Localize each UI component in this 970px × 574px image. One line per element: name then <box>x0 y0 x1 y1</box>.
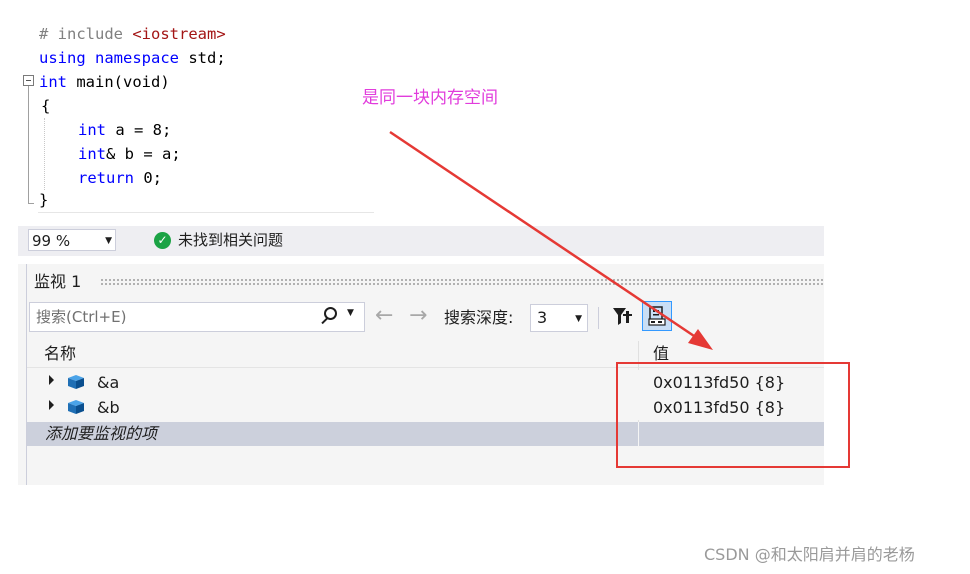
zoom-value: 99 % <box>32 232 71 250</box>
expand-arrow-icon[interactable] <box>49 375 54 385</box>
variable-cube-icon <box>68 400 84 414</box>
indent-guide <box>44 118 45 190</box>
watermark: CSDN @和太阳肩并肩的老杨 <box>704 545 915 564</box>
fold-guide-end <box>28 203 34 204</box>
chevron-down-icon[interactable]: ▼ <box>347 308 354 318</box>
drag-grip[interactable] <box>100 278 824 285</box>
code-line-6[interactable]: int& b = a; <box>78 142 181 166</box>
chevron-down-icon: ▼ <box>575 314 582 324</box>
watch-row-name: &b <box>97 398 120 417</box>
arrow-left-icon[interactable]: ← <box>375 302 393 330</box>
arrow-right-icon[interactable]: → <box>409 302 427 330</box>
search-box[interactable]: ▼ <box>29 302 365 332</box>
code-line-3[interactable]: int main(void) <box>39 70 170 94</box>
fold-guide <box>28 86 29 204</box>
no-issues-text[interactable]: 未找到相关问题 <box>178 230 283 251</box>
hex-display-button[interactable] <box>642 301 672 331</box>
variable-cube-icon <box>68 375 84 389</box>
hex-icon <box>648 306 666 326</box>
search-depth-dropdown[interactable]: 3 ▼ <box>530 304 588 332</box>
code-line-4[interactable]: { <box>41 94 50 118</box>
expand-arrow-icon[interactable] <box>49 400 54 410</box>
add-watch-item-text[interactable]: 添加要监视的项 <box>45 423 157 445</box>
annotation-text: 是同一块内存空间 <box>362 88 498 108</box>
search-input[interactable] <box>36 306 316 328</box>
code-line-7[interactable]: return 0; <box>78 166 162 190</box>
collapse-icon[interactable] <box>23 75 34 86</box>
highlight-box <box>616 362 850 468</box>
editor-status-bar: 99 % ▼ ✓ 未找到相关问题 <box>18 226 824 256</box>
code-line-8[interactable]: } <box>39 188 48 212</box>
search-depth-label: 搜索深度: <box>444 308 514 327</box>
code-line-5[interactable]: int a = 8; <box>78 118 171 142</box>
chevron-down-icon: ▼ <box>105 236 112 246</box>
watch-toolbar: ▼ ← → 搜索深度: 3 ▼ <box>27 300 824 334</box>
code-editor[interactable]: # include <iostream> using namespace std… <box>20 18 374 214</box>
pin-filter-icon[interactable] <box>611 305 633 329</box>
search-icon[interactable] <box>324 307 337 320</box>
editor-divider <box>38 212 374 213</box>
code-line-1[interactable]: # include <iostream> <box>39 22 226 46</box>
watch-row-name: &a <box>97 373 120 392</box>
code-line-2[interactable]: using namespace std; <box>39 46 226 70</box>
column-header-name[interactable]: 名称 <box>44 343 76 365</box>
toolbar-separator <box>598 307 599 329</box>
zoom-dropdown[interactable]: 99 % ▼ <box>28 229 116 251</box>
check-circle-icon: ✓ <box>154 232 171 249</box>
search-depth-value: 3 <box>537 308 548 327</box>
watch-panel-title[interactable]: 监视 1 <box>34 271 81 293</box>
